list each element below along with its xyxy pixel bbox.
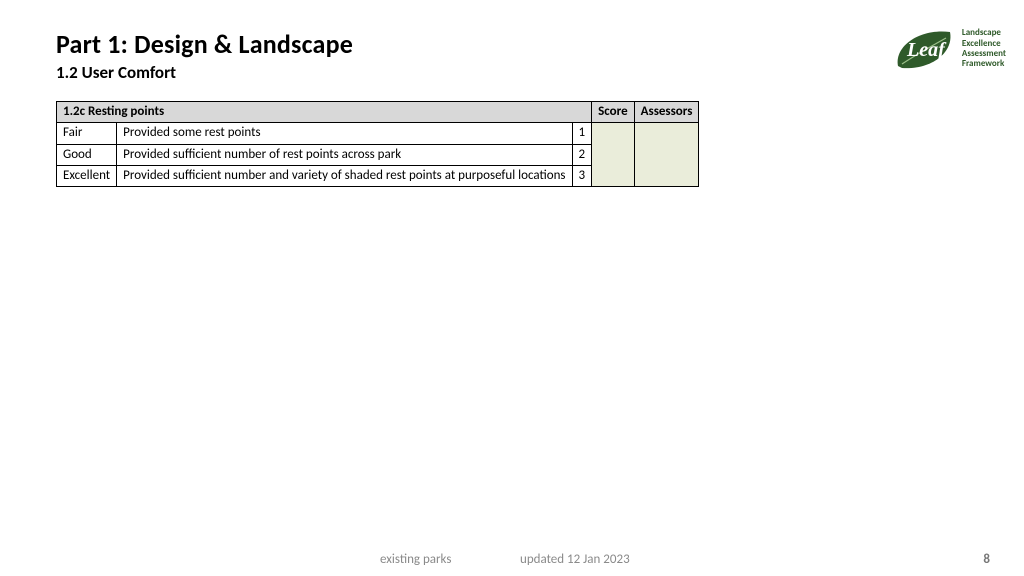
rubric-table: 1.2c Resting points Score Assessors Fair… xyxy=(56,101,699,187)
logo-line-4: Framework xyxy=(962,59,1006,69)
score-header: Score xyxy=(592,102,635,123)
svg-text:Leaf: Leaf xyxy=(906,39,947,61)
rubric-caption: 1.2c Resting points xyxy=(57,102,592,123)
assessors-header: Assessors xyxy=(634,102,699,123)
score-cell xyxy=(592,123,635,187)
num-cell: 2 xyxy=(572,144,592,165)
level-cell: Excellent xyxy=(57,165,117,186)
num-cell: 1 xyxy=(572,123,592,144)
desc-cell: Provided sufficient number and variety o… xyxy=(117,165,572,186)
assessors-cell xyxy=(634,123,699,187)
leaf-icon: Leaf xyxy=(892,26,958,72)
rubric-header-row: 1.2c Resting points Score Assessors xyxy=(57,102,699,123)
table-row: Fair Provided some rest points 1 xyxy=(57,123,699,144)
num-cell: 3 xyxy=(572,165,592,186)
desc-cell: Provided some rest points xyxy=(117,123,572,144)
page-title: Part 1: Design & Landscape xyxy=(56,28,968,60)
page-number: 8 xyxy=(983,552,990,567)
level-cell: Good xyxy=(57,144,117,165)
page-subtitle: 1.2 User Comfort xyxy=(56,62,968,83)
footer-left: existing parks xyxy=(380,552,451,567)
level-cell: Fair xyxy=(57,123,117,144)
logo-tagline: Landscape Excellence Assessment Framewor… xyxy=(962,28,1006,69)
footer-updated: updated 12 Jan 2023 xyxy=(520,552,630,567)
desc-cell: Provided sufficient number of rest point… xyxy=(117,144,572,165)
leaf-logo: Leaf Landscape Excellence Assessment Fra… xyxy=(892,26,1006,72)
slide: Leaf Landscape Excellence Assessment Fra… xyxy=(0,0,1024,576)
